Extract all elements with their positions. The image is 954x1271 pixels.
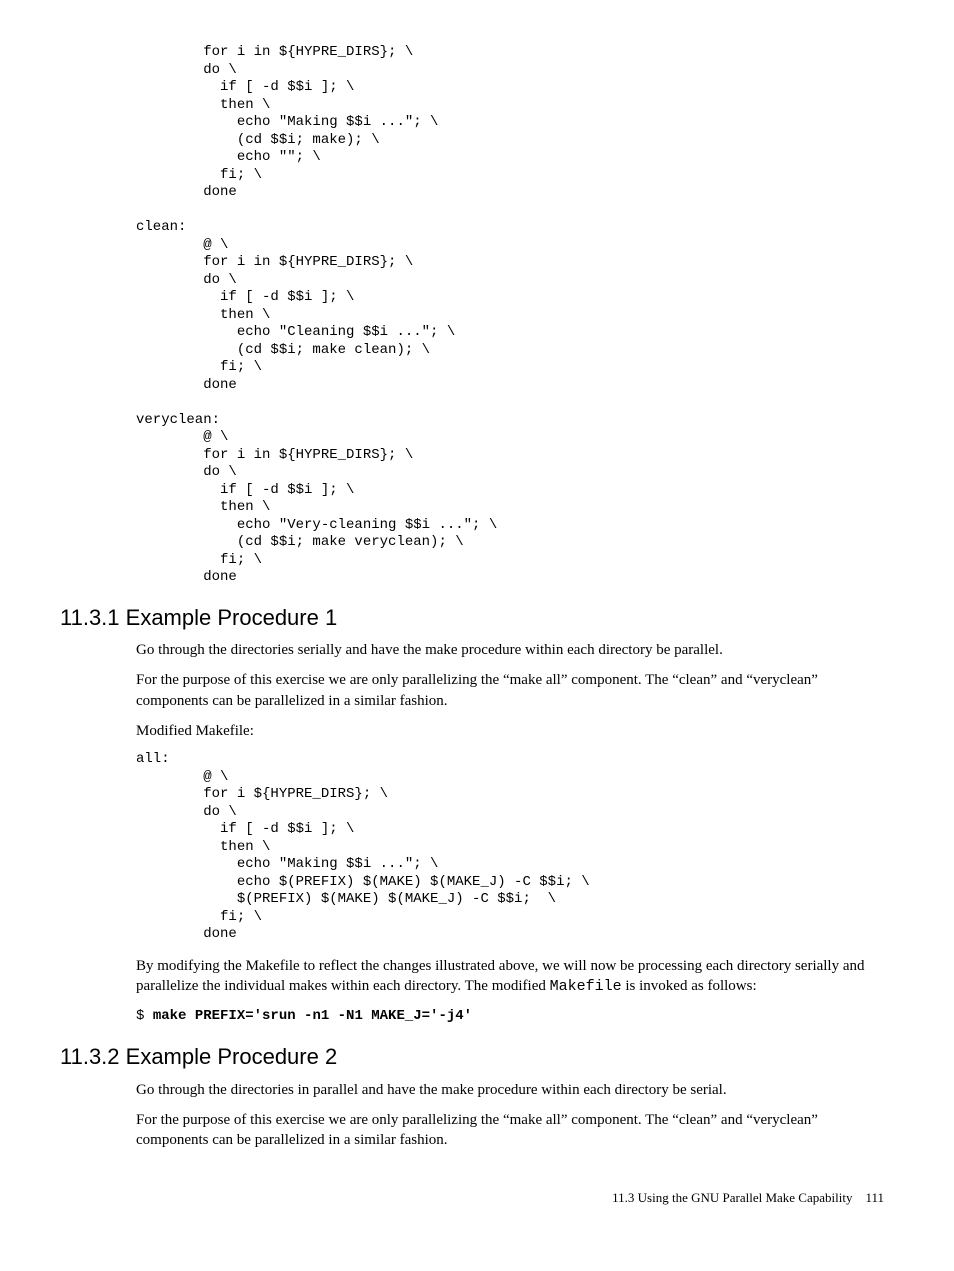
paragraph: Go through the directories serially and … (136, 640, 884, 660)
heading-example-procedure-1: 11.3.1 Example Procedure 1 (60, 603, 894, 633)
inline-code: Makefile (550, 978, 622, 995)
paragraph: For the purpose of this exercise we are … (136, 670, 884, 711)
command-line: $ make PREFIX='srun -n1 -N1 MAKE_J='-j4' (136, 1007, 884, 1026)
paragraph: Go through the directories in parallel a… (136, 1080, 884, 1100)
code-block-makefile-modified: all: @ \ for i ${HYPRE_DIRS}; \ do \ if … (136, 751, 884, 944)
paragraph: For the purpose of this exercise we are … (136, 1110, 884, 1151)
command-text: make PREFIX='srun -n1 -N1 MAKE_J='-j4' (153, 1008, 472, 1024)
code-block-makefile-top: for i in ${HYPRE_DIRS}; \ do \ if [ -d $… (136, 44, 884, 587)
heading-example-procedure-2: 11.3.2 Example Procedure 2 (60, 1042, 894, 1072)
paragraph: By modifying the Makefile to reflect the… (136, 956, 884, 998)
page-footer: 11.3 Using the GNU Parallel Make Capabil… (60, 1189, 884, 1207)
paragraph: Modified Makefile: (136, 721, 884, 741)
